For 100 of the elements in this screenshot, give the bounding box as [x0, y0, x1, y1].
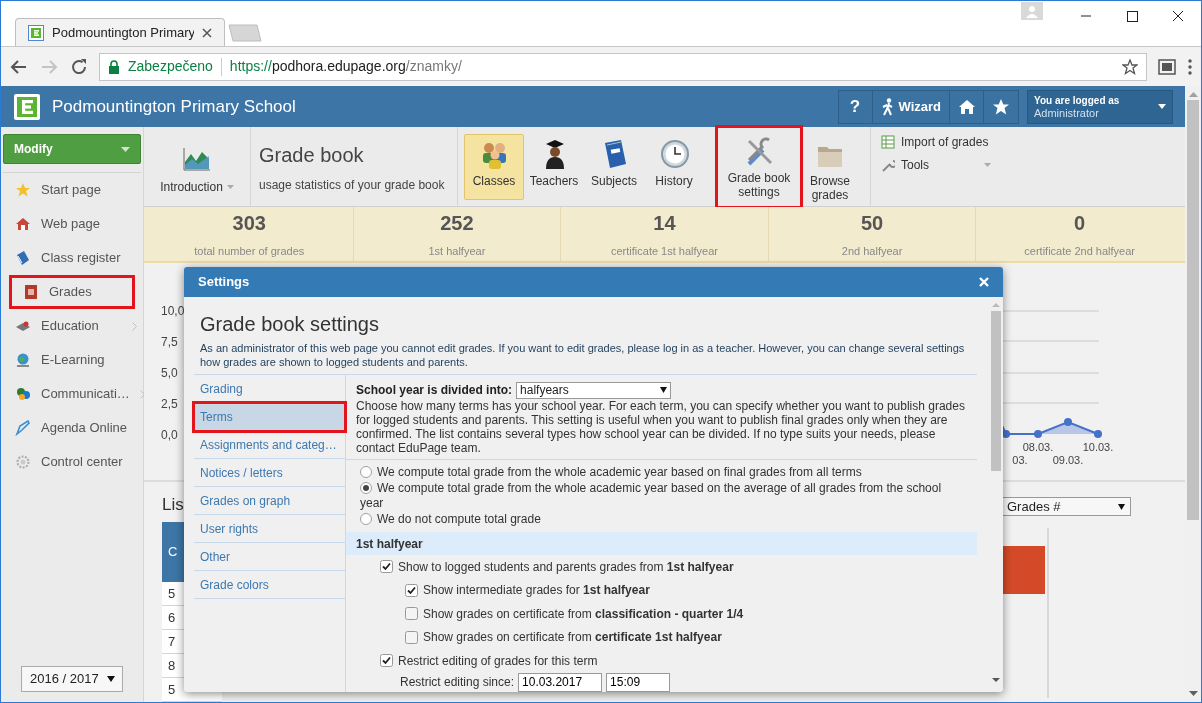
year-select[interactable]: 2016 / 2017	[21, 666, 123, 692]
sidebar-item[interactable]: Education	[1, 309, 143, 343]
toolbar-button[interactable]: Teachers	[524, 133, 584, 200]
sidebar-item[interactable]: Web page	[1, 207, 143, 241]
sidebar-item[interactable]: Class register	[1, 241, 143, 275]
sidebar-item[interactable]: Grades	[9, 275, 135, 309]
checkbox[interactable]	[380, 560, 393, 574]
lock-icon	[108, 59, 120, 74]
caret-icon	[1158, 104, 1166, 109]
sidebar-item[interactable]: Agenda Online	[1, 411, 143, 445]
radio-button[interactable]	[360, 513, 372, 525]
caret-icon	[1118, 503, 1125, 510]
field-label: Restrict editing since:	[400, 674, 515, 692]
stat-label: certificate 1st halfyear	[611, 244, 718, 260]
axis-label: 0,0	[161, 428, 178, 442]
help-text: Choose how many terms has your school year. For each term, you can specify whether you want to publish grades for logged students and parents. This setting is useful when you want to publish final grades only when they are confirmed. The list contains several types how school year can be divided. If no type suits your needs, please contact EduPage team.	[356, 399, 966, 455]
stat-value: 14	[653, 211, 676, 237]
settings-nav-item[interactable]: Notices / letters	[194, 459, 345, 487]
walker-icon	[880, 97, 895, 116]
toolbar-button[interactable]: Classes	[464, 133, 524, 200]
axis-label: 5,0	[161, 366, 178, 380]
checkbox-label: Show grades on certificate from certificate 1st halfyear	[423, 629, 722, 647]
stat-value: 50	[860, 211, 884, 237]
section-heading: Lis	[162, 494, 184, 516]
chevron-right-icon	[132, 321, 137, 331]
school-name: Podmountington Primary School	[52, 95, 296, 118]
axis-label: 10,0	[161, 304, 185, 318]
toolbar-button[interactable]: Browse grades	[800, 133, 860, 200]
toolbar-link[interactable]: Tools	[881, 156, 991, 174]
home-icon	[957, 98, 976, 115]
checkbox-label: Show intermediate grades for 1st halfyear	[423, 582, 650, 600]
grades-select[interactable]: Grades #	[1001, 497, 1131, 516]
favorites-button[interactable]	[984, 90, 1018, 123]
radio-option[interactable]: We compute total grade from the whole academic year based on the average of all grades from the school year	[360, 481, 963, 511]
spreadsheet-icon	[881, 135, 895, 149]
checkbox[interactable]	[405, 630, 418, 644]
login-caption: You are logged as	[1034, 93, 1121, 107]
reload-icon[interactable]	[69, 56, 89, 77]
sidebar-item[interactable]: Control center	[1, 445, 143, 479]
scroll-down-icon[interactable]	[1188, 691, 1198, 696]
house-icon	[15, 216, 31, 232]
stat-value: 252	[440, 211, 474, 237]
scrollbar-thumb[interactable]	[1187, 100, 1199, 520]
checkbox[interactable]	[405, 583, 418, 597]
caret-icon	[660, 387, 668, 393]
stat-value: 303	[232, 211, 266, 237]
close-icon[interactable]	[202, 27, 212, 38]
checkbox[interactable]	[405, 607, 418, 621]
sidebar-item[interactable]: E-Learning	[1, 343, 143, 377]
radio-option[interactable]: We do not compute total grade	[360, 512, 963, 527]
radio-button[interactable]	[360, 482, 372, 494]
toolbar-button[interactable]: Subjects	[584, 133, 644, 200]
help-button[interactable]: ?	[838, 90, 873, 123]
checkbox[interactable]	[380, 654, 393, 668]
stat-label: 2nd halfyear	[841, 244, 903, 260]
address-field[interactable]: Zabezpečeno https://podhora.edupage.org/znamky/	[99, 52, 1147, 81]
settings-nav-item[interactable]: Assignments and categ…	[194, 431, 345, 459]
user-name: Administrator	[1034, 106, 1100, 120]
toolbar-button[interactable]: Grade book settings	[718, 127, 800, 206]
grades-icon	[23, 284, 39, 300]
sidebar-item[interactable]: Start page	[1, 173, 143, 207]
scrollbar-thumb[interactable]	[991, 311, 1001, 471]
stat-label: total number of grades	[194, 244, 305, 260]
checkbox-label: Show to logged students and parents grades from 1st halfyear	[398, 558, 734, 576]
scroll-down-icon[interactable]	[992, 678, 1000, 682]
term-division-select[interactable]: halfyears	[516, 381, 672, 399]
stat-label: certificate 2nd halfyear	[1024, 244, 1135, 260]
axis-label: 08.03.	[1022, 441, 1054, 453]
introduction-button[interactable]: Introduction	[144, 127, 251, 206]
settings-nav-item[interactable]: Grades on graph	[194, 487, 345, 515]
sidebar-item[interactable]: Communicati…	[1, 377, 143, 411]
axis-label: 03.	[1012, 454, 1028, 466]
cast-icon[interactable]	[1157, 57, 1177, 76]
time-field[interactable]: 15:09	[606, 672, 671, 692]
radio-option[interactable]: We compute total grade from the whole academic year based on final grades from all terms	[360, 465, 963, 480]
settings-nav-item[interactable]: Grade colors	[194, 571, 345, 599]
settings-nav-item[interactable]: User rights	[194, 515, 345, 543]
dialog-description: As an administrator of this web page you cannot edit grades. If you want to edit grades, please log in as a teacher. However, you can change several settings how grades are shown to logged students and parents.	[194, 341, 977, 375]
menu-icon[interactable]	[1187, 57, 1193, 76]
wizard-button[interactable]: Wizard	[872, 90, 950, 123]
dialog-heading: Grade book settings	[199, 312, 380, 337]
stat-value: 0	[1074, 211, 1086, 237]
star-icon	[992, 97, 1010, 116]
login-menu[interactable]: You are logged as Administrator	[1027, 89, 1173, 124]
url-text: https://podhora.edupage.org/znamky/	[229, 57, 462, 76]
radio-button[interactable]	[360, 466, 372, 478]
globe-icon	[15, 352, 31, 368]
page-title: Grade book	[259, 142, 365, 168]
home-button[interactable]	[950, 90, 984, 123]
toolbar-button[interactable]: History	[644, 133, 704, 200]
wrench-icon	[881, 158, 895, 172]
star-icon	[15, 182, 31, 198]
field-label: School year is divided into:	[356, 382, 513, 399]
star-icon[interactable]	[1122, 58, 1138, 75]
book-icon	[15, 250, 31, 266]
toolbar-link[interactable]: Import of grades	[881, 133, 991, 151]
section-header: 1st halfyear	[346, 532, 977, 555]
date-field[interactable]: 10.03.2017	[518, 672, 603, 692]
settings-nav-item[interactable]: Other	[194, 543, 345, 571]
people-icon	[15, 386, 31, 402]
